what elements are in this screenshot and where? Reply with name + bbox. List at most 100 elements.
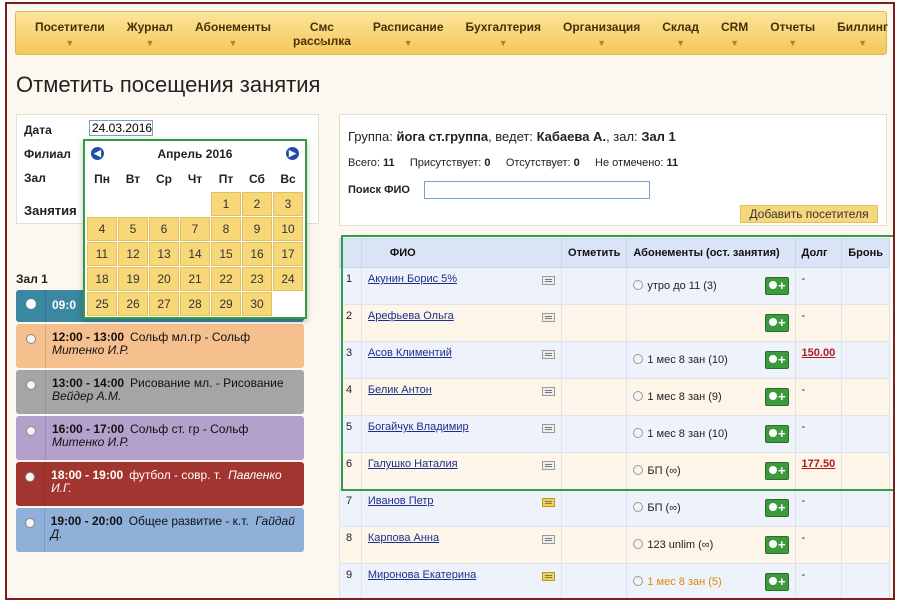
calendar-day[interactable]: 14 [180, 242, 210, 266]
note-icon[interactable] [542, 572, 556, 581]
prev-month-icon[interactable]: ◀ [91, 147, 104, 160]
visitor-link[interactable]: Белик Антон [368, 384, 432, 396]
add-subscription-icon[interactable] [764, 388, 789, 406]
slot-radio[interactable] [25, 426, 36, 436]
note-icon[interactable] [542, 498, 556, 507]
visitor-link[interactable]: Акунин Борис 5% [368, 273, 457, 285]
booking-cell[interactable] [841, 415, 890, 453]
schedule-slot[interactable]: 12:00 - 13:00 Сольф мл.гр - Сольф Митенко … [16, 324, 304, 368]
note-icon[interactable] [542, 424, 556, 433]
visitor-link[interactable]: Галушко Наталия [368, 458, 458, 470]
calendar-day[interactable]: 16 [242, 242, 272, 266]
visitor-link[interactable]: Карпова Анна [368, 532, 439, 544]
calendar-day[interactable]: 2 [242, 192, 272, 216]
slot-radio[interactable] [25, 380, 36, 390]
schedule-slot[interactable]: 13:00 - 14:00 Рисование мл. - Рисование Ве… [16, 370, 304, 414]
calendar-day[interactable]: 3 [273, 192, 303, 216]
subscription-radio[interactable] [633, 576, 644, 586]
calendar-day[interactable]: 10 [273, 217, 303, 241]
calendar-day[interactable]: 24 [273, 267, 303, 291]
nav-item[interactable]: Склад ▼ [651, 12, 710, 54]
calendar-day[interactable]: 29 [211, 292, 241, 316]
schedule-slot[interactable]: 19:00 - 20:00 Общее развитие - к.т. Гайда… [16, 508, 304, 552]
note-icon[interactable] [542, 387, 556, 396]
calendar-day[interactable]: 21 [180, 267, 210, 291]
nav-item[interactable]: Абонементы ▼ [184, 12, 282, 54]
subscription-radio[interactable] [633, 539, 644, 549]
note-icon[interactable] [542, 313, 556, 322]
add-subscription-icon[interactable] [764, 314, 789, 332]
calendar-day[interactable]: 20 [149, 267, 179, 291]
calendar-day[interactable]: 1 [211, 192, 241, 216]
calendar-day[interactable]: 30 [242, 292, 272, 316]
mark-cell[interactable] [561, 563, 628, 598]
search-input[interactable] [424, 181, 650, 199]
calendar-day[interactable]: 9 [242, 217, 272, 241]
calendar-day[interactable]: 15 [211, 242, 241, 266]
add-subscription-icon[interactable] [764, 351, 789, 369]
visitor-link[interactable]: Асов Климентий [368, 347, 452, 359]
calendar-day[interactable]: 22 [211, 267, 241, 291]
calendar-day[interactable]: 27 [149, 292, 179, 316]
column-header[interactable]: Отметить [561, 238, 628, 268]
add-subscription-icon[interactable] [764, 277, 789, 295]
booking-cell[interactable] [841, 341, 890, 379]
next-month-icon[interactable]: ▶ [286, 147, 299, 160]
booking-cell[interactable] [841, 526, 890, 564]
note-icon[interactable] [542, 535, 556, 544]
calendar-day[interactable]: 25 [87, 292, 117, 316]
nav-item[interactable]: CRM ▼ [710, 12, 759, 54]
slot-radio[interactable] [24, 518, 35, 528]
subscription-radio[interactable] [633, 465, 644, 475]
subscription-radio[interactable] [633, 280, 644, 290]
calendar-day[interactable]: 4 [87, 217, 117, 241]
mark-cell[interactable] [561, 341, 628, 379]
nav-item[interactable]: Организация ▼ [552, 12, 651, 54]
mark-cell[interactable] [561, 489, 628, 527]
booking-cell[interactable] [841, 304, 890, 342]
nav-item[interactable]: Посетители ▼ [24, 12, 116, 54]
booking-cell[interactable] [841, 563, 890, 598]
date-input[interactable] [89, 120, 153, 136]
calendar-day[interactable]: 7 [180, 217, 210, 241]
slot-radio[interactable] [25, 299, 36, 309]
column-header[interactable]: Бронь [841, 238, 890, 268]
calendar-day[interactable]: 26 [118, 292, 148, 316]
visitor-link[interactable]: Арефьева Ольга [368, 310, 454, 322]
add-visitor-button[interactable]: Добавить посетителя [740, 205, 878, 223]
mark-cell[interactable] [561, 452, 628, 490]
schedule-slot[interactable]: 18:00 - 19:00 футбол - совр. т. Павленко … [16, 462, 304, 506]
booking-cell[interactable] [841, 489, 890, 527]
visitor-link[interactable]: Богайчук Владимир [368, 421, 469, 433]
note-icon[interactable] [542, 350, 556, 359]
nav-item[interactable]: Расписание ▼ [362, 12, 455, 54]
booking-cell[interactable] [841, 452, 890, 490]
add-subscription-icon[interactable] [764, 536, 789, 554]
calendar-day[interactable]: 5 [118, 217, 148, 241]
subscription-radio[interactable] [633, 391, 644, 401]
calendar-day[interactable]: 23 [242, 267, 272, 291]
debt-value[interactable]: 150.00 [802, 347, 836, 359]
add-subscription-icon[interactable] [764, 573, 789, 591]
visitor-link[interactable]: Иванов Петр [368, 495, 434, 507]
note-icon[interactable] [542, 461, 556, 470]
booking-cell[interactable] [841, 378, 890, 416]
calendar-day[interactable]: 12 [118, 242, 148, 266]
mark-cell[interactable] [561, 304, 628, 342]
schedule-slot[interactable]: 16:00 - 17:00 Сольф ст. гр - Сольф Митенко… [16, 416, 304, 460]
calendar-day[interactable]: 17 [273, 242, 303, 266]
booking-cell[interactable] [841, 267, 890, 305]
subscription-radio[interactable] [633, 354, 644, 364]
subscription-radio[interactable] [633, 428, 644, 438]
column-header[interactable]: Долг [794, 238, 843, 268]
note-icon[interactable] [542, 276, 556, 285]
debt-value[interactable]: 177.50 [802, 458, 836, 470]
column-header[interactable]: ФИО [360, 238, 563, 268]
calendar-day[interactable]: 13 [149, 242, 179, 266]
column-header[interactable] [339, 238, 362, 268]
calendar-day[interactable]: 19 [118, 267, 148, 291]
mark-cell[interactable] [561, 378, 628, 416]
nav-item[interactable]: Бухгалтерия ▼ [455, 12, 553, 54]
add-subscription-icon[interactable] [764, 425, 789, 443]
nav-item[interactable]: Биллинг ▼ [826, 12, 893, 54]
